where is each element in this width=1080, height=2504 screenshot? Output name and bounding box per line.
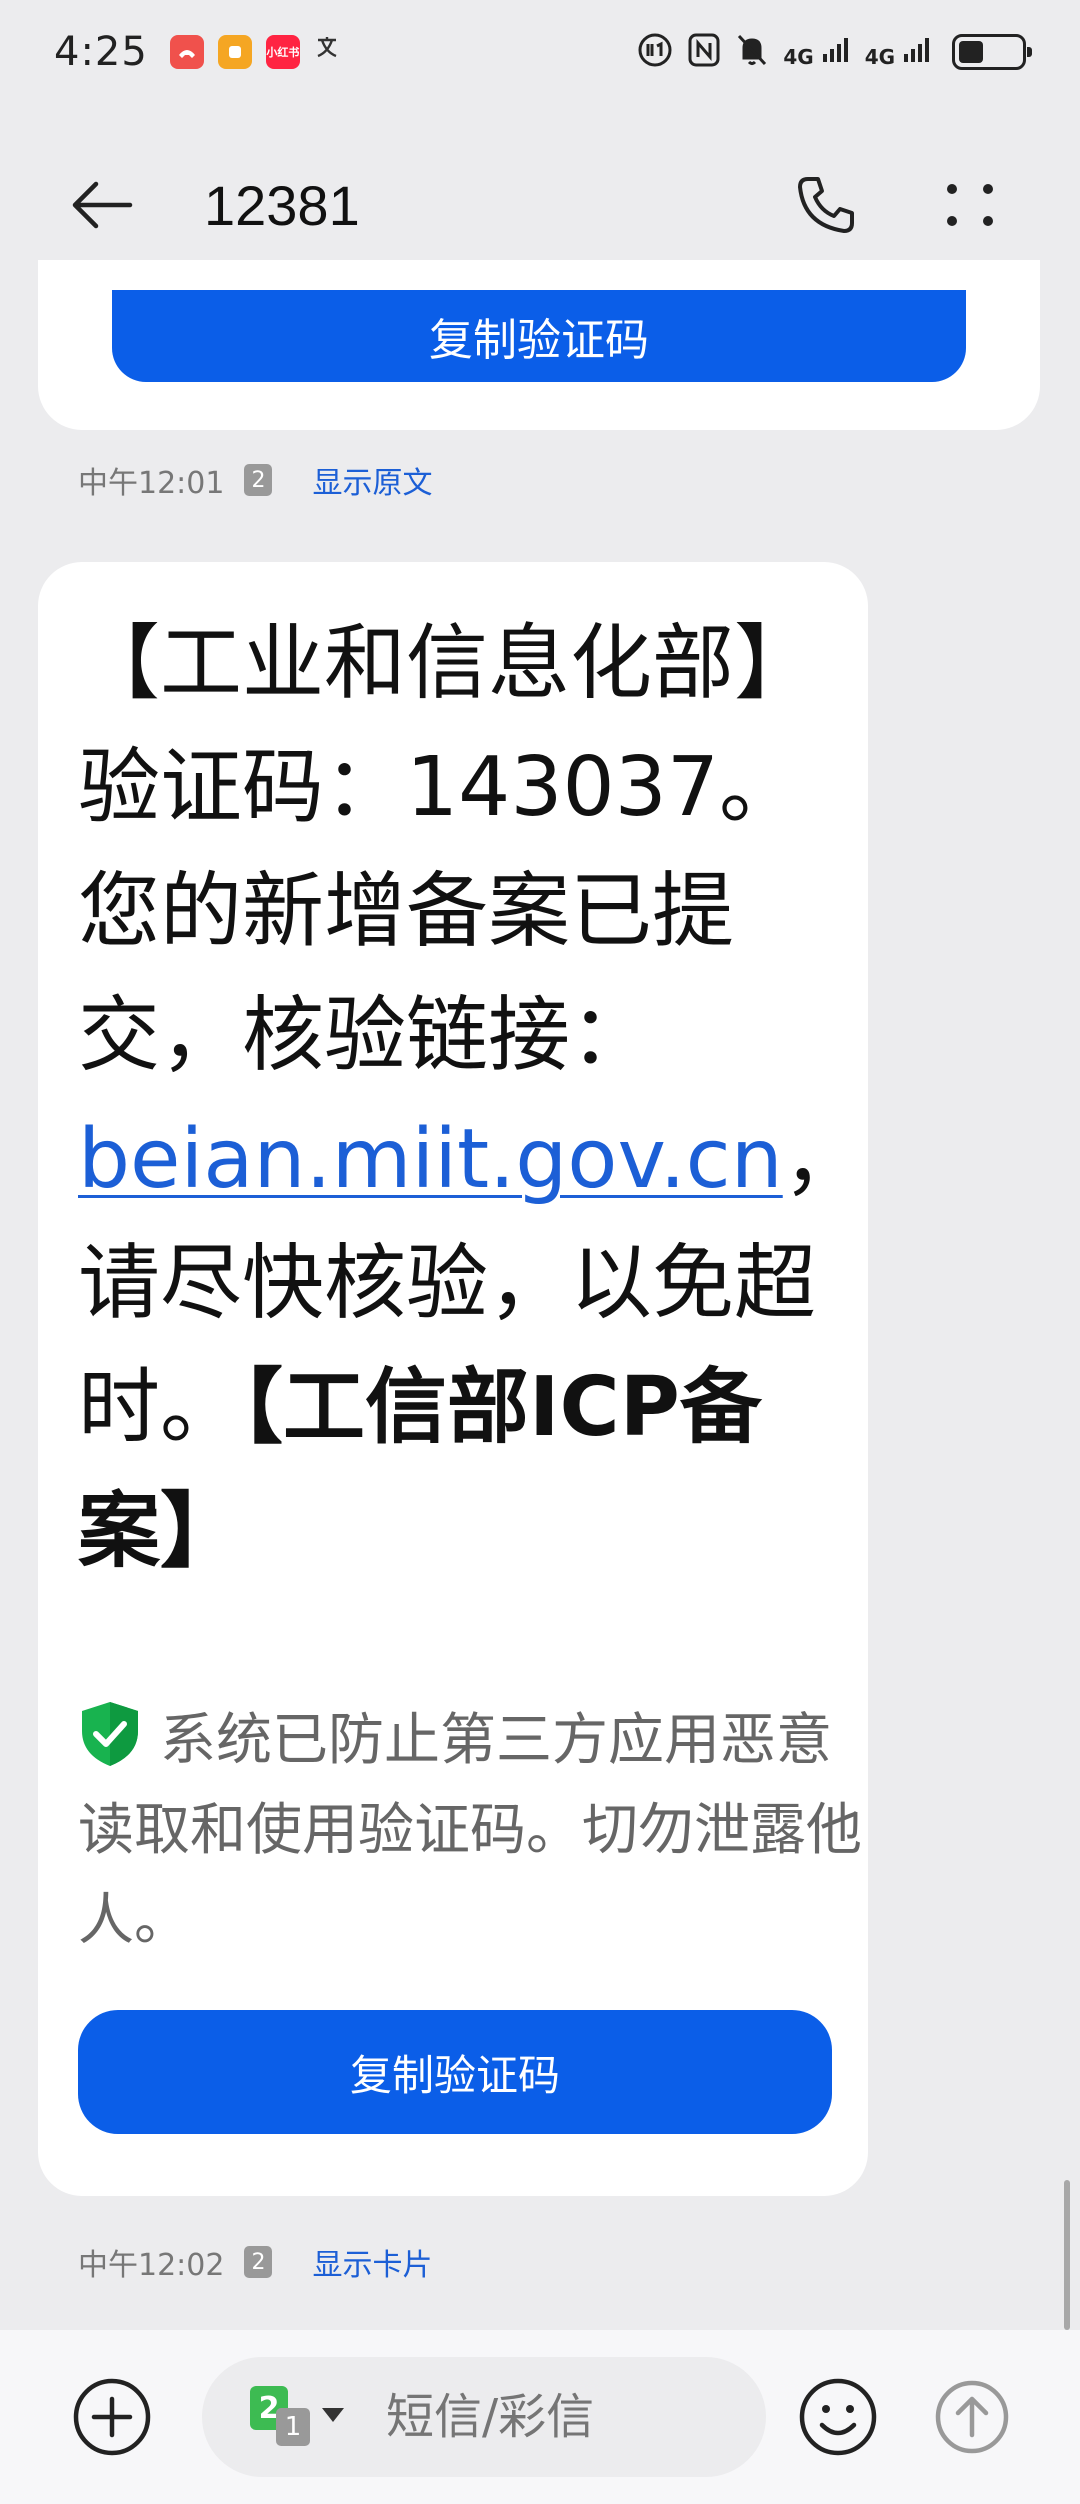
show-card-link[interactable]: 显示卡片 [312, 2240, 432, 2284]
message-time: 中午12:02 [78, 2248, 225, 2283]
sim-slot-badge: 2 [244, 2246, 273, 2278]
message-input-container[interactable]: 2 1 [202, 2357, 766, 2477]
show-original-link[interactable]: 显示原文 [312, 458, 432, 502]
xiaohongshu-notification-icon: 小红书 [265, 35, 300, 69]
chevron-down-icon [322, 2408, 344, 2422]
conversation-header: 12381 [0, 130, 1080, 280]
message-input[interactable] [386, 2389, 766, 2445]
message-time: 中午12:01 [78, 466, 225, 501]
emoji-icon[interactable] [796, 2375, 880, 2459]
mute-bell-icon [735, 32, 769, 72]
back-arrow-icon[interactable] [70, 165, 150, 245]
security-note-text: 系统已防止第三方应用恶意读取和使用验证码。切勿泄露他人。 [78, 1708, 862, 1953]
copy-code-button[interactable]: 复制验证码 [78, 2010, 832, 2134]
translate-icon [314, 34, 348, 71]
scrollbar[interactable] [1064, 2180, 1070, 2330]
nfc-icon [687, 32, 721, 72]
compose-bar: 2 1 [0, 2330, 1080, 2504]
sim-selector[interactable]: 2 1 [250, 2382, 344, 2452]
security-note: 系统已防止第三方应用恶意读取和使用验证码。切勿泄露他人。 [78, 1696, 868, 1966]
status-bar: 4:25 小红书 4G 4G [0, 0, 1080, 104]
sim-slot-badge: 2 [244, 464, 273, 496]
app-notification-icon [217, 35, 252, 69]
battery-icon [952, 34, 1032, 70]
header-actions [786, 165, 1010, 245]
send-icon[interactable] [932, 2377, 1012, 2457]
network-type-2: 4G [864, 44, 896, 69]
network-type-1: 4G [783, 44, 814, 69]
copy-code-button-previous[interactable]: 复制验证码 [112, 290, 966, 382]
more-options-icon[interactable] [930, 165, 1010, 245]
message-text-part1: 【工业和信息化部】验证码：143037。您的新增备案已提交，核验链接： [78, 616, 817, 1083]
previous-message-card: 复制验证码 [38, 260, 1040, 430]
sim-secondary: 1 [276, 2408, 310, 2446]
phone-call-icon[interactable] [786, 165, 866, 245]
status-time: 4:25 [54, 29, 148, 75]
signal-4g-icon-1: 4G [783, 36, 850, 69]
status-icons: 4G 4G [637, 32, 1032, 72]
contact-number: 12381 [204, 173, 360, 237]
message-body: 【工业和信息化部】验证码：143037。您的新增备案已提交，核验链接： beian… [78, 602, 865, 1594]
shield-check-icon [78, 1699, 142, 1769]
missed-call-notification-icon [169, 35, 204, 69]
previous-message-meta: 中午12:01 2 显示原文 [78, 458, 432, 502]
verification-link[interactable]: beian.miit.gov.cn [78, 1112, 783, 1207]
signal-4g-icon-2: 4G [865, 36, 932, 69]
add-attachment-icon[interactable] [70, 2375, 154, 2459]
message-meta: 中午12:02 2 显示卡片 [78, 2240, 432, 2284]
hd-call-icon [637, 32, 673, 72]
